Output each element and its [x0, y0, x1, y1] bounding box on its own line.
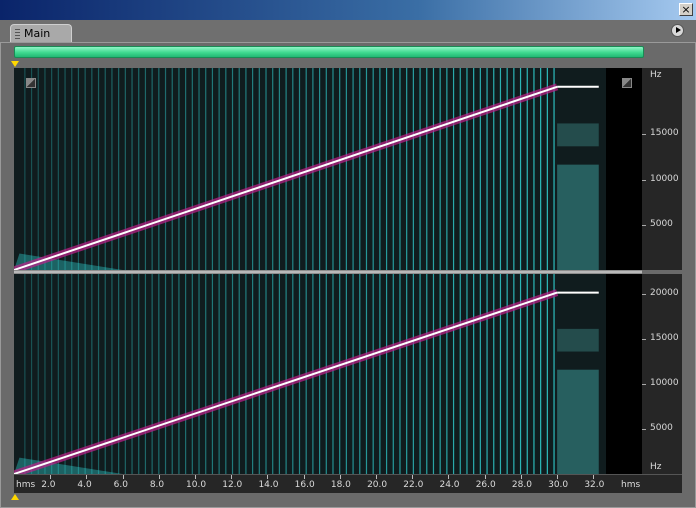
time-tick-label: 6.0 [113, 480, 128, 490]
time-tick-label: 4.0 [77, 480, 92, 490]
hz-tick-label: 10000 [650, 174, 679, 184]
hz-tick-label: 5000 [650, 423, 673, 433]
silence-region-bottom [606, 274, 642, 474]
time-unit-label: hms [621, 480, 641, 490]
tab-main[interactable]: Main [10, 24, 72, 42]
selection-end-marker[interactable] [11, 494, 19, 500]
overview-bar[interactable] [14, 46, 644, 58]
hz-tick-label: 15000 [650, 333, 679, 343]
spectrogram-right [14, 274, 599, 474]
time-tick-label: 26.0 [475, 480, 496, 490]
residual-noise-block [557, 369, 599, 474]
tickmark [642, 294, 646, 295]
time-tick-label: 18.0 [330, 480, 351, 490]
time-tick [557, 475, 559, 479]
tickmark [642, 134, 646, 135]
time-tick [448, 475, 450, 479]
time-tick [520, 475, 522, 479]
time-tick-label: 32.0 [584, 480, 605, 490]
tickmark [642, 384, 646, 385]
time-tick-label: 2.0 [41, 480, 56, 490]
panel-tab-row: Main [0, 20, 696, 43]
frequency-ruler-bottom: 20000 15000 10000 5000 Hz [642, 274, 682, 474]
time-tick [122, 475, 124, 479]
time-tick-label: 22.0 [403, 480, 424, 490]
window-title-bar: × [0, 0, 696, 20]
spectral-display-left-channel[interactable] [14, 68, 606, 270]
close-icon: × [681, 3, 691, 16]
hz-unit-label: Hz [650, 70, 662, 80]
time-tick-label: 10.0 [186, 480, 207, 490]
hz-tick-label: 20000 [650, 288, 679, 298]
time-tick-label: 24.0 [439, 480, 460, 490]
tickmark [642, 180, 646, 181]
time-tick [86, 475, 88, 479]
time-tick-label: 14.0 [258, 480, 279, 490]
tickmark [642, 339, 646, 340]
time-tick [195, 475, 197, 479]
play-circle-icon[interactable] [671, 24, 684, 37]
time-tick [231, 475, 233, 479]
spectrogram-left [14, 68, 599, 270]
silence-region-top [606, 68, 642, 270]
time-tick-label: 30.0 [548, 480, 569, 490]
hz-unit-label: Hz [650, 462, 662, 472]
time-tick [303, 475, 305, 479]
grip-icon[interactable] [15, 29, 20, 39]
time-tick [50, 475, 52, 479]
time-tick [267, 475, 269, 479]
time-tick [593, 475, 595, 479]
tickmark [642, 225, 646, 226]
close-button[interactable]: × [679, 3, 693, 16]
display-toggle-icon[interactable] [26, 78, 36, 88]
time-tick-label: 28.0 [511, 480, 532, 490]
residual-noise-band [557, 123, 599, 147]
time-unit-label: hms [16, 480, 36, 490]
display-toggle-icon[interactable] [622, 78, 632, 88]
time-tick [158, 475, 160, 479]
hz-tick-label: 10000 [650, 378, 679, 388]
time-tick-label: 16.0 [294, 480, 315, 490]
tickmark [642, 429, 646, 430]
hz-tick-label: 15000 [650, 128, 679, 138]
selection-start-marker[interactable] [11, 61, 19, 67]
residual-noise-block [557, 164, 599, 270]
time-ruler[interactable]: hms hms 2.0 4.0 6.0 8.0 10.0 12.0 14.0 16.0 18.0… [14, 474, 682, 493]
time-tick-label: 8.0 [149, 480, 165, 490]
tab-label: Main [24, 27, 51, 40]
time-tick-label: 12.0 [222, 480, 243, 490]
residual-noise-band [557, 328, 599, 352]
frequency-ruler-top: Hz 15000 10000 5000 [642, 68, 682, 270]
time-tick [339, 475, 341, 479]
hz-tick-label: 5000 [650, 219, 673, 229]
spectral-display-right-channel[interactable] [14, 274, 606, 474]
time-tick [484, 475, 486, 479]
time-tick [412, 475, 414, 479]
time-tick-label: 20.0 [367, 480, 388, 490]
time-tick [376, 475, 378, 479]
